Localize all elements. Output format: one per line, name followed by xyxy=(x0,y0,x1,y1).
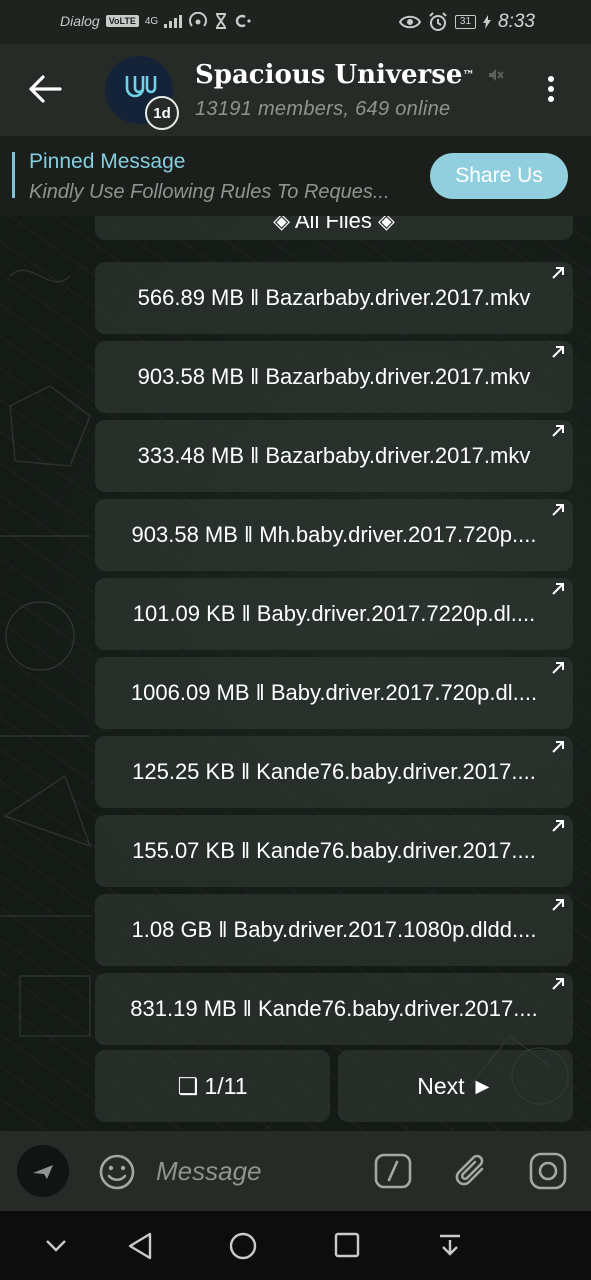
nfc-x-icon xyxy=(216,13,227,29)
autodelete-timer-badge: 1d xyxy=(145,96,179,130)
pinned-message-bar[interactable]: Pinned Message Kindly Use Following Rule… xyxy=(0,136,591,216)
arrow-up-right-icon xyxy=(552,820,564,832)
arrow-up-right-icon xyxy=(552,504,564,516)
file-button-label: 125.25 KB ‖ Kande76.baby.driver.2017.... xyxy=(132,759,536,784)
smile-icon xyxy=(99,1154,135,1190)
status-bar: Dialog VoLTE 4G 31 8:33 xyxy=(0,0,591,44)
chat-avatar[interactable]: 1d xyxy=(105,56,179,130)
file-button[interactable]: 125.25 KB ‖ Kande76.baby.driver.2017.... xyxy=(95,736,573,808)
status-left: Dialog VoLTE 4G xyxy=(60,12,252,30)
arrow-up-right-icon xyxy=(552,425,564,437)
file-button[interactable]: 333.48 MB ‖ Bazarbaby.driver.2017.mkv xyxy=(95,420,573,492)
plane-icon xyxy=(33,1165,53,1179)
clock: 8:33 xyxy=(498,11,535,32)
all-files-header-button[interactable]: ◈ All Files ◈ xyxy=(95,216,573,240)
message-input[interactable] xyxy=(156,1153,356,1189)
status-right: 31 8:33 xyxy=(398,11,535,33)
file-button-label: 1.08 GB ‖ Baby.driver.2017.1080p.dldd...… xyxy=(131,917,537,942)
file-button-label: 155.07 KB ‖ Kande76.baby.driver.2017.... xyxy=(132,838,536,863)
arrow-up-right-icon xyxy=(552,346,564,358)
file-button[interactable]: 903.58 MB ‖ Bazarbaby.driver.2017.mkv xyxy=(95,341,573,413)
instagram-camera-icon xyxy=(529,1152,567,1190)
camera-button[interactable] xyxy=(528,1151,568,1196)
next-page-button[interactable]: Next ► xyxy=(338,1050,573,1122)
chat-header: 1d Spacious Universe ™ 13191 members, 649… xyxy=(0,44,591,136)
file-button-label: 566.89 MB ‖ Bazarbaby.driver.2017.mkv xyxy=(137,285,531,310)
arrow-up-right-icon xyxy=(552,741,564,753)
notifications-down-icon[interactable] xyxy=(436,1231,464,1261)
trademark-mark: ™ xyxy=(462,68,475,82)
carrier-name: Dialog xyxy=(60,13,100,29)
mute-icon xyxy=(489,69,505,81)
recents-square-icon[interactable] xyxy=(333,1231,361,1259)
bot-commands-button[interactable] xyxy=(374,1153,412,1194)
file-button-label: 903.58 MB ‖ Mh.baby.driver.2017.720p.... xyxy=(131,522,537,547)
hotspot-icon xyxy=(189,12,208,27)
channel-logo-icon xyxy=(125,76,157,98)
file-button[interactable]: 101.09 KB ‖ Baby.driver.2017.7220p.dl...… xyxy=(95,578,573,650)
signal-icon xyxy=(164,14,183,28)
page-indicator-label: ❏ 1/11 xyxy=(177,1072,248,1099)
arrow-up-right-icon xyxy=(552,899,564,911)
pinned-text: Kindly Use Following Rules To Reques... xyxy=(29,181,390,203)
page-indicator-button[interactable]: ❏ 1/11 xyxy=(95,1050,330,1122)
arrow-up-right-icon xyxy=(552,267,564,279)
file-button[interactable]: 1.08 GB ‖ Baby.driver.2017.1080p.dldd...… xyxy=(95,894,573,966)
pinned-title: Pinned Message xyxy=(29,150,186,173)
chat-subtitle: 13191 members, 649 online xyxy=(195,98,451,120)
attach-button[interactable] xyxy=(454,1151,490,1196)
file-button-label: 333.48 MB ‖ Bazarbaby.driver.2017.mkv xyxy=(137,443,531,468)
back-triangle-icon[interactable] xyxy=(126,1231,154,1261)
share-us-button[interactable]: Share Us xyxy=(430,153,568,199)
arrow-left-icon xyxy=(29,75,62,103)
arrow-up-right-icon xyxy=(552,662,564,674)
alarm-icon xyxy=(429,12,447,31)
more-menu-button[interactable] xyxy=(540,76,562,106)
arrow-up-right-icon xyxy=(552,583,564,595)
all-files-label: ◈ All Files ◈ xyxy=(273,216,395,233)
file-button[interactable]: 831.19 MB ‖ Kande76.baby.driver.2017.... xyxy=(95,973,573,1045)
emoji-button[interactable] xyxy=(98,1153,136,1196)
file-button-label: 831.19 MB ‖ Kande76.baby.driver.2017.... xyxy=(130,996,538,1021)
c-plus-icon xyxy=(236,14,251,28)
file-button-label: 903.58 MB ‖ Bazarbaby.driver.2017.mkv xyxy=(137,364,531,389)
chat-title[interactable]: Spacious Universe ™ xyxy=(195,60,505,90)
chevron-down-icon[interactable] xyxy=(44,1237,68,1253)
battery-icon: 31 xyxy=(454,15,477,29)
chat-area[interactable]: ◈ All Files ◈ 566.89 MB ‖ Bazarbaby.driv… xyxy=(0,216,591,1131)
file-button[interactable]: 903.58 MB ‖ Mh.baby.driver.2017.720p.... xyxy=(95,499,573,571)
paperclip-icon xyxy=(455,1154,484,1186)
message-input-bar xyxy=(0,1131,591,1211)
volte-badge: VoLTE xyxy=(105,15,139,27)
file-button[interactable]: 155.07 KB ‖ Kande76.baby.driver.2017.... xyxy=(95,815,573,887)
file-button[interactable]: 566.89 MB ‖ Bazarbaby.driver.2017.mkv xyxy=(95,262,573,334)
system-navigation-bar xyxy=(0,1211,591,1280)
send-as-avatar[interactable] xyxy=(17,1145,69,1197)
slash-command-icon xyxy=(374,1153,412,1189)
back-button[interactable] xyxy=(28,74,62,104)
file-button[interactable]: 1006.09 MB ‖ Baby.driver.2017.720p.dl...… xyxy=(95,657,573,729)
charging-icon xyxy=(483,15,492,29)
eye-icon xyxy=(398,15,421,29)
chat-title-text: Spacious Universe xyxy=(195,60,463,90)
home-circle-icon[interactable] xyxy=(228,1231,258,1261)
network-type: 4G xyxy=(144,15,159,27)
file-button-label: 1006.09 MB ‖ Baby.driver.2017.720p.dl...… xyxy=(130,680,538,705)
pinned-indicator xyxy=(12,152,15,198)
arrow-up-right-icon xyxy=(552,978,564,990)
file-button-label: 101.09 KB ‖ Baby.driver.2017.7220p.dl...… xyxy=(132,601,536,626)
next-page-label: Next ► xyxy=(417,1072,494,1099)
more-vertical-icon xyxy=(540,76,562,102)
